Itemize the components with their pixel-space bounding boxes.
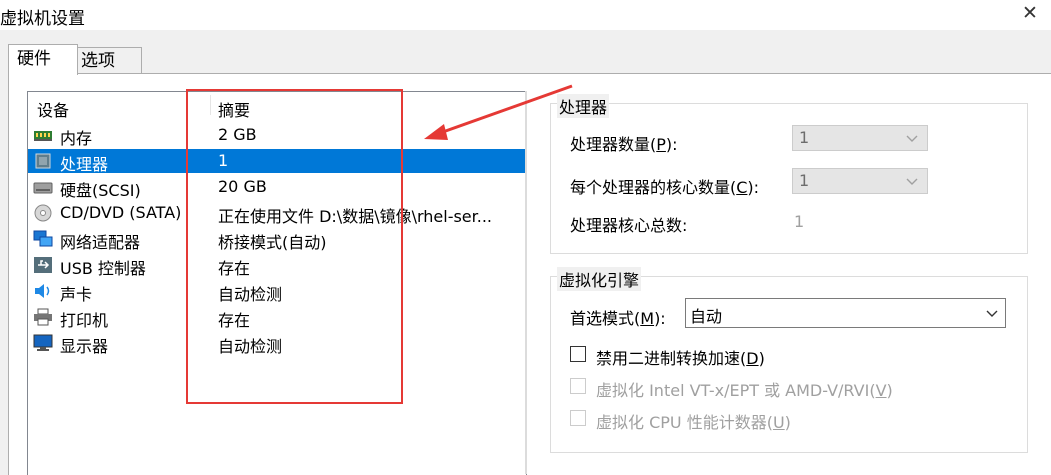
cores-per-processor-select[interactable]: 1 — [792, 168, 928, 194]
tab-options[interactable]: 选项 — [72, 47, 142, 73]
cores-per-processor-label: 每个处理器的核心数量(C): — [570, 178, 760, 197]
device-name: 硬盘(SCSI) — [60, 181, 141, 200]
disable-binary-translation-label[interactable]: 禁用二进制转换加速(D) — [596, 345, 765, 369]
memory-icon — [34, 131, 52, 141]
device-name: 声卡 — [60, 285, 93, 304]
processor-icon — [35, 153, 51, 169]
chevron-down-icon — [906, 178, 918, 185]
chevron-down-icon — [986, 310, 998, 317]
cores-per-processor-value: 1 — [799, 171, 810, 190]
virtualize-vtx-label[interactable]: 虚拟化 Intel VT-x/EPT 或 AMD-V/RVI(V) — [596, 377, 893, 401]
processor-count-value: 1 — [799, 128, 810, 147]
window-title: 虚拟机设置 — [0, 9, 85, 29]
hard-disk-icon — [33, 182, 53, 194]
virtualization-group-title: 虚拟化引擎 — [557, 267, 642, 291]
device-list-scrollbar[interactable] — [525, 91, 527, 474]
total-cores-value: 1 — [794, 212, 805, 231]
preferred-mode-select[interactable]: 自动 — [685, 298, 1006, 328]
column-header-device[interactable]: 设备 — [37, 97, 69, 121]
display-icon — [33, 334, 53, 351]
device-name: CD/DVD (SATA) — [60, 203, 182, 222]
close-icon[interactable]: ✕ — [1020, 3, 1040, 23]
disable-binary-translation-checkbox[interactable] — [570, 346, 586, 362]
device-name: 网络适配器 — [60, 233, 141, 252]
preferred-mode-label: 首选模式(M): — [570, 309, 666, 328]
annotation-box — [186, 89, 403, 404]
processor-group-title: 处理器 — [557, 94, 610, 118]
tab-hardware[interactable]: 硬件 — [8, 44, 78, 75]
title-bar: 虚拟机设置 ✕ — [0, 0, 1051, 30]
preferred-mode-value: 自动 — [690, 307, 723, 326]
virtualize-cpu-counters-checkbox[interactable] — [570, 410, 586, 426]
device-name: 内存 — [60, 129, 93, 148]
processor-count-select[interactable]: 1 — [792, 125, 928, 151]
usb-icon — [34, 257, 52, 273]
device-name: 处理器 — [60, 155, 109, 174]
printer-icon — [34, 308, 52, 326]
virtualize-cpu-counters-label[interactable]: 虚拟化 CPU 性能计数器(U) — [596, 409, 791, 433]
device-name: USB 控制器 — [60, 259, 146, 278]
virtualize-vtx-checkbox[interactable] — [570, 378, 586, 394]
total-cores-label: 处理器核心总数: — [570, 216, 688, 235]
network-adapter-icon — [33, 230, 53, 247]
device-name: 打印机 — [60, 311, 109, 330]
cd-dvd-icon — [34, 204, 52, 222]
chevron-down-icon — [906, 135, 918, 142]
processor-count-label: 处理器数量(P): — [570, 135, 678, 154]
sound-card-icon — [35, 284, 50, 298]
device-name: 显示器 — [60, 337, 109, 356]
